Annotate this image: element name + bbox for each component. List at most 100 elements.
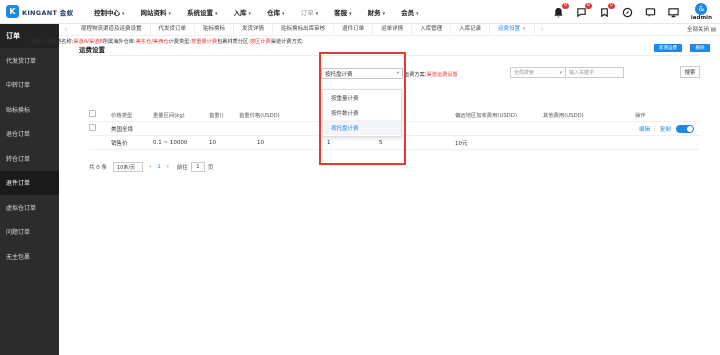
page-size-select[interactable]: 10条/页: [113, 162, 143, 172]
header-checkbox-cell: [89, 110, 111, 119]
filter-description: 尾程派送渠道名称:渠道A/渠道B所属海外仓库:美东仓/美西仓计费类型:按重量计费…: [30, 38, 304, 45]
tab-dropship-orders[interactable]: 代发货订单: [151, 25, 196, 34]
row-checkbox[interactable]: [89, 124, 96, 131]
tab-freight-settings[interactable]: 运费设置 ×: [490, 25, 536, 34]
nav-finance[interactable]: 财务 ▾: [368, 7, 386, 17]
notification-badge: 0: [608, 3, 615, 9]
nav-control-center[interactable]: 控制中心 ▾: [94, 7, 125, 17]
filter-value: 按重量计费: [191, 39, 218, 45]
nav-label: 入库: [233, 8, 247, 17]
filter-value: 按区计费: [249, 39, 271, 45]
tab-inbound-records[interactable]: 入库记录: [451, 25, 491, 34]
tab-waybill-details[interactable]: 运单详情: [373, 25, 413, 34]
cell-first-weight: 10: [209, 139, 216, 146]
search-button[interactable]: 搜索: [680, 66, 700, 78]
sidebar-item-unclaimed-parcels[interactable]: 无主包裹: [0, 244, 59, 269]
notice-icon[interactable]: 0: [598, 3, 615, 19]
tab-shipping-channel[interactable]: 尾程物流渠道及运费设置: [73, 25, 151, 34]
search-scope-select[interactable]: 全局搜索 ▾: [510, 67, 566, 78]
nav-label: 财务: [367, 8, 381, 17]
page-unit: 页: [207, 165, 214, 171]
red-highlight-box: [319, 52, 406, 165]
sidebar-item-relabel[interactable]: 贴标换标: [0, 97, 59, 122]
col-remote-fee: 偏远地区加收费用(USDD): [455, 112, 517, 119]
notification-badge: 8: [585, 3, 592, 9]
pagination: 共 0 条 10条/页 ‹ 1 › 前往 1 页: [89, 162, 213, 172]
chevron-down-icon: ▾: [282, 10, 285, 17]
sidebar-item-transfer-warehouse[interactable]: 转仓订单: [0, 146, 59, 171]
sidebar-item-returns[interactable]: 退件订单: [0, 170, 59, 195]
nav-label: 控制中心: [94, 8, 120, 17]
tab-relabel-review[interactable]: 贴标换标出库审核: [273, 25, 335, 34]
delete-button[interactable]: 删除: [690, 44, 710, 52]
tab-shipment-details[interactable]: 发货详情: [234, 25, 274, 34]
goto-label: 前往: [176, 165, 188, 171]
nav-label: 客服: [334, 8, 348, 17]
prev-page-icon[interactable]: ‹: [149, 164, 151, 170]
brand-logo[interactable]: K KINGANT 金蚁: [0, 5, 80, 18]
top-navbar: K KINGANT 金蚁 控制中心 ▾ 网站资料 ▾ 系统设置 ▾ 入库 ▾ 仓库 ▾ 订…: [0, 0, 720, 24]
chevron-down-icon: ▾: [416, 10, 419, 17]
sidebar-item-transfer-orders[interactable]: 中转订单: [0, 73, 59, 98]
nav-orders[interactable]: 订单 ▾: [301, 7, 319, 17]
nav-site-data[interactable]: 网站资料 ▾: [141, 7, 172, 17]
user-menu[interactable]: & iadmin: [691, 3, 712, 21]
nav-label: 网站资料: [140, 8, 167, 17]
cell-remote-fee: 10元: [455, 140, 468, 147]
edit-link[interactable]: 编辑: [639, 125, 650, 133]
monitor-icon[interactable]: [667, 5, 681, 19]
search-input[interactable]: 输入关键字: [566, 67, 624, 78]
separator: |: [654, 125, 656, 132]
current-page[interactable]: 1: [157, 164, 161, 170]
fee-label-text: 运费方案:: [404, 72, 427, 78]
nav-customer-service[interactable]: 客服 ▾: [334, 7, 352, 17]
sidebar-item-return-warehouse[interactable]: 退仓订单: [0, 122, 59, 147]
nav-system-settings[interactable]: 系统设置 ▾: [187, 7, 218, 17]
fee-plan-value: 渠道运费设置: [426, 72, 458, 78]
compass-icon[interactable]: [621, 5, 635, 19]
message-icon[interactable]: 8: [575, 3, 592, 19]
col-other-fee: 其他费用(USDD): [543, 112, 584, 119]
sidebar: 订单 代发货订单 中转订单 贴标换标 退仓订单 转仓订单 退件订单 虚拟仓订单 …: [0, 24, 59, 355]
tab-scroll-right-icon[interactable]: ›: [535, 26, 549, 33]
filter-text: 包裹材质分区:: [217, 39, 250, 45]
total-count: 共 0 条: [89, 165, 107, 171]
chat-icon[interactable]: [644, 5, 658, 19]
goto-page-input[interactable]: 1: [190, 162, 205, 172]
nav-label: 会员: [401, 8, 415, 17]
chevron-down-icon: ▾: [559, 69, 562, 76]
chevron-down-icon: ▾: [349, 10, 352, 17]
search-group: 全局搜索 ▾ 输入关键字: [510, 67, 624, 78]
nav-warehouse[interactable]: 仓库 ▾: [267, 7, 285, 17]
close-all-tabs[interactable]: 全部关闭 ▤: [687, 25, 716, 33]
next-page-icon[interactable]: ›: [167, 164, 169, 170]
chevron-down-icon: ▾: [248, 10, 252, 17]
tab-scroll-left-icon[interactable]: ‹: [59, 26, 73, 33]
col-first-price: 首重价格(USDD): [239, 112, 280, 119]
avatar: &: [695, 3, 708, 15]
tab-label: 运费设置: [498, 26, 521, 32]
add-freight-button[interactable]: 新增运费: [654, 44, 682, 52]
page-title: 运费设置: [79, 46, 105, 54]
sidebar-item-virtual-warehouse[interactable]: 虚拟仓订单: [0, 195, 59, 220]
select-all-checkbox[interactable]: [89, 110, 96, 117]
bell-icon[interactable]: 9: [552, 3, 569, 19]
copy-link[interactable]: 复制: [660, 125, 671, 133]
sidebar-item-dropship-orders[interactable]: 代发货订单: [0, 48, 59, 73]
tab-returns[interactable]: 退件订单: [334, 25, 374, 34]
cell-weight-range: 0.1 ~ 10000: [153, 139, 188, 146]
notification-badge: 9: [562, 3, 569, 9]
cell-first-price: 10: [257, 139, 264, 146]
filter-text: 计费类型:: [168, 39, 192, 45]
cell-price-type: 销售价: [111, 140, 128, 147]
filter-value: 美东仓/美西仓: [135, 39, 169, 45]
chevron-down-icon: ▾: [382, 10, 386, 17]
user-name: iadmin: [690, 15, 712, 21]
enable-toggle[interactable]: [675, 124, 694, 133]
tab-relabel[interactable]: 贴标换标: [195, 25, 235, 34]
nav-inbound[interactable]: 入库 ▾: [234, 7, 252, 17]
sidebar-item-problem-orders[interactable]: 问题订单: [0, 220, 59, 245]
nav-members[interactable]: 会员 ▾: [401, 7, 419, 17]
close-icon[interactable]: ×: [522, 26, 526, 32]
tab-inbound-management[interactable]: 入库管理: [412, 25, 452, 34]
